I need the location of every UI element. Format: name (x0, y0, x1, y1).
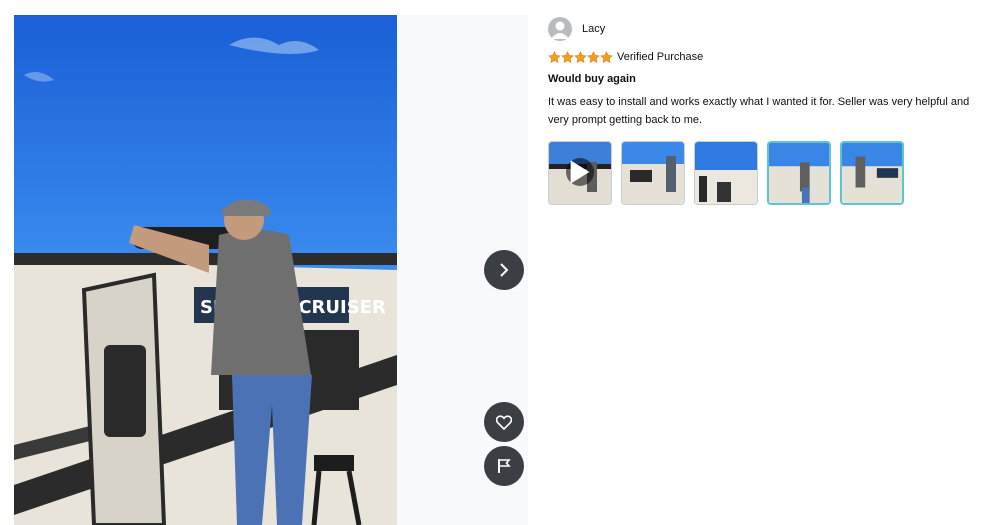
verified-purchase-badge: Verified Purchase (617, 51, 704, 63)
helpful-button[interactable] (484, 402, 524, 442)
thumbnail-image (695, 142, 757, 204)
reviewer-row: Lacy (548, 16, 1000, 42)
thumbnail-image (842, 143, 902, 203)
person-icon (551, 21, 569, 39)
media-viewer: SHADOW CRUISER (14, 15, 528, 525)
star-rating (548, 50, 613, 64)
thumbnail-photo[interactable] (840, 141, 904, 205)
review-thumbnails (548, 141, 1000, 205)
thumbnail-image (622, 142, 684, 204)
star-icon (587, 50, 600, 63)
reviewer-name[interactable]: Lacy (582, 23, 605, 35)
star-icon (561, 50, 574, 63)
star-icon (574, 50, 587, 63)
thumbnail-image (769, 143, 829, 203)
main-review-photo: SHADOW CRUISER (14, 15, 397, 525)
thumbnail-photo[interactable] (621, 141, 685, 205)
review-panel: Lacy Verified Purchase Would buy again I… (548, 16, 1000, 205)
heart-icon (496, 414, 512, 430)
play-icon (566, 158, 594, 186)
star-icon (548, 50, 561, 63)
rating-row: Verified Purchase (548, 49, 1000, 65)
thumbnail-video[interactable] (548, 141, 612, 205)
star-icon (600, 50, 613, 63)
review-body: It was easy to install and works exactly… (548, 96, 970, 126)
chevron-right-icon (500, 263, 509, 277)
report-button[interactable] (484, 446, 524, 486)
next-image-button[interactable] (484, 250, 524, 290)
thumbnail-photo[interactable] (767, 141, 831, 205)
review-headline: Would buy again (548, 73, 636, 85)
avatar (548, 17, 572, 41)
flag-icon (498, 459, 511, 473)
thumbnail-photo[interactable] (694, 141, 758, 205)
